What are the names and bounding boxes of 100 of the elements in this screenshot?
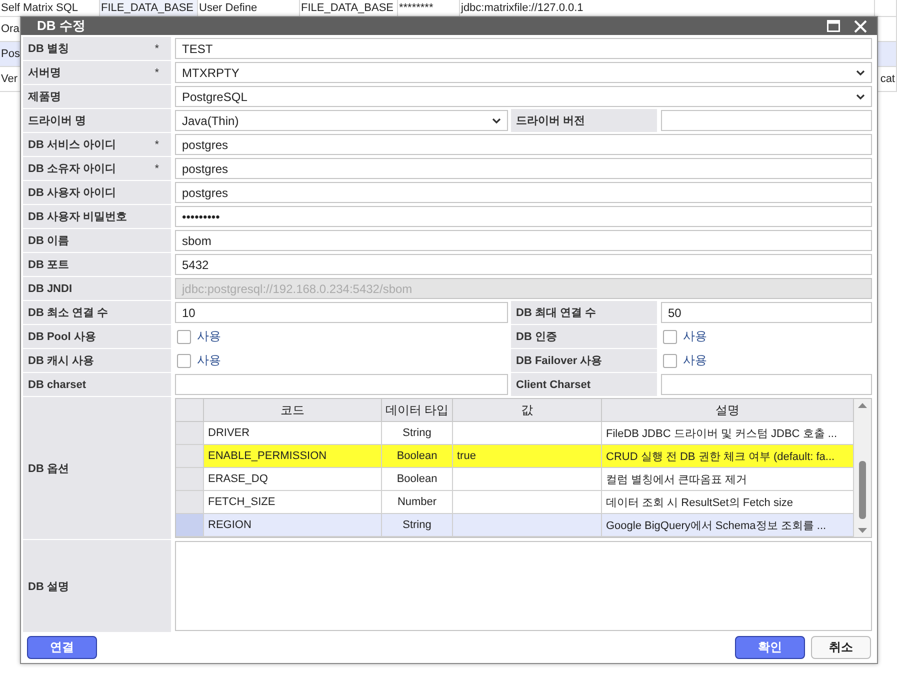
field-label: DB 캐시 사용: [28, 354, 94, 368]
input-field[interactable]: [661, 110, 872, 131]
window-title: DB 수정: [37, 17, 86, 35]
table-cell: REGION: [208, 519, 252, 531]
table-cell: Ora: [1, 23, 20, 35]
table-row[interactable]: Self Matrix SQL FILE_DATA_BASE User Define FILE_DATA_BASE ******** jdbc:matrixfile://127.0.0.1: [0, 0, 897, 17]
table-cell: Boolean: [396, 450, 438, 462]
required-marker: *: [154, 162, 159, 174]
field-label: DB 별칭: [28, 42, 69, 56]
close-icon[interactable]: [854, 20, 867, 32]
table-cell-text: 데이터 조회 시 ResultSet의 Fetch size: [606, 496, 794, 510]
table-cell: jdbc:matrixfile://127.0.0.1: [461, 2, 584, 14]
select-field[interactable]: Java(Thin): [175, 110, 508, 131]
table-cell-text: CRUD 실행 전 DB 권한 체크 여부 (default: fa...: [606, 450, 835, 464]
required-marker: *: [154, 138, 159, 150]
chevron-down-icon: [492, 118, 501, 124]
table-cell: ERASE_DQ: [208, 473, 268, 485]
input-field[interactable]: 10: [175, 302, 508, 323]
maximize-icon[interactable]: [827, 20, 840, 32]
scrollbar[interactable]: [854, 399, 871, 537]
grid-row[interactable]: FETCH_SIZE Number 데이터 조회 시 ResultSet의 Fetch size: [176, 491, 854, 514]
table-cell-text: FileDB JDBC 드라이버 및 커스텀 JDBC 호출 ...: [606, 426, 838, 440]
table-cell: Pos: [1, 48, 20, 60]
column-header[interactable]: 코드: [204, 399, 382, 422]
field-label: DB 사용자 아이디: [28, 186, 116, 200]
field-label: DB 포트: [28, 258, 69, 272]
input-field[interactable]: [661, 374, 872, 395]
table-cell: true: [457, 450, 476, 462]
checkbox-label: 사용: [197, 352, 221, 369]
field-label: DB 사용자 비밀번호: [28, 210, 127, 224]
field-label: DB 옵션: [28, 462, 69, 476]
table-cell: Number: [397, 496, 437, 508]
checkbox[interactable]: [663, 330, 677, 344]
checkbox[interactable]: [177, 354, 191, 368]
input-field[interactable]: •••••••••: [175, 206, 872, 227]
grid-row[interactable]: ENABLE_PERMISSION Boolean true CRUD 실행 전 DB 권한 체크 여부 (default: fa...: [176, 445, 854, 468]
confirm-button[interactable]: 확인: [735, 636, 805, 659]
chevron-down-icon: [856, 70, 865, 76]
select-field[interactable]: MTXRPTY: [175, 62, 872, 83]
table-cell: String: [402, 519, 432, 531]
checkbox-label: 사용: [197, 328, 221, 345]
table-cell: ENABLE_PERMISSION: [208, 450, 327, 462]
grid-row[interactable]: REGION String Google BigQuery에서 Schema정보 조회를 ...: [176, 514, 854, 537]
field-label: Client Charset: [516, 378, 591, 390]
input-field[interactable]: 5432: [175, 254, 872, 275]
column-header[interactable]: 데이터 타입: [382, 399, 453, 422]
row-header[interactable]: [176, 445, 204, 468]
checkbox-label: 사용: [683, 352, 707, 369]
field-label: DB 최소 연결 수: [28, 306, 108, 320]
field-label: DB 최대 연결 수: [516, 306, 596, 320]
required-marker: *: [154, 66, 159, 78]
table-cell-text: Google BigQuery에서 Schema정보 조회를 ...: [606, 518, 826, 532]
connect-button[interactable]: 연결: [27, 636, 97, 659]
row-header[interactable]: [176, 422, 204, 445]
table-cell: DRIVER: [208, 427, 250, 439]
field-label: DB 인증: [516, 330, 557, 344]
field-label: 드라이버 버전: [516, 114, 586, 128]
row-header[interactable]: [176, 491, 204, 514]
field-label: 드라이버 명: [28, 114, 86, 128]
column-header[interactable]: 값: [453, 399, 602, 422]
table-cell: Boolean: [396, 473, 438, 485]
field-label: DB Failover 사용: [516, 354, 602, 368]
input-field[interactable]: sbom: [175, 230, 872, 251]
checkbox-label: 사용: [683, 328, 707, 345]
table-cell: FILE_DATA_BASE: [101, 2, 194, 14]
table-cell: Ver: [1, 73, 18, 85]
input-field[interactable]: postgres: [175, 158, 872, 179]
field-label: DB 이름: [28, 234, 69, 248]
description-field[interactable]: [175, 541, 872, 631]
input-field[interactable]: postgres: [175, 134, 872, 155]
table-cell: cat: [880, 73, 895, 85]
input-field[interactable]: 50: [661, 302, 872, 323]
table-cell: ********: [399, 2, 434, 14]
row-header[interactable]: [176, 468, 204, 491]
table-cell-text: 컬럼 별칭에서 큰따옴표 제거: [606, 472, 748, 486]
input-field[interactable]: TEST: [175, 38, 872, 59]
field-label: 서버명: [28, 66, 61, 80]
chevron-down-icon: [856, 94, 865, 100]
cancel-button[interactable]: 취소: [811, 636, 871, 659]
table-cell: FETCH_SIZE: [208, 496, 276, 508]
field-label: DB JNDI: [28, 282, 72, 294]
grid-row[interactable]: DRIVER String FileDB JDBC 드라이버 및 커스텀 JDBC 호출 ...: [176, 422, 854, 445]
field-label: DB charset: [28, 378, 86, 390]
row-header[interactable]: [176, 514, 204, 537]
field-label: DB 설명: [28, 580, 69, 594]
grid-row[interactable]: ERASE_DQ Boolean 컬럼 별칭에서 큰따옴표 제거: [176, 468, 854, 491]
table-cell: String: [402, 427, 432, 439]
table-cell: FILE_DATA_BASE: [301, 2, 394, 14]
checkbox[interactable]: [663, 354, 677, 368]
input-field[interactable]: [175, 374, 508, 395]
column-header[interactable]: 설명: [602, 399, 854, 422]
select-field[interactable]: PostgreSQL: [175, 86, 872, 107]
field-label: DB Pool 사용: [28, 330, 96, 344]
field-label: DB 서비스 아이디: [28, 138, 116, 152]
input-field: jdbc:postgresql://192.168.0.234:5432/sbom: [175, 278, 872, 299]
checkbox[interactable]: [177, 330, 191, 344]
field-label: 제품명: [28, 90, 61, 104]
table-cell: Self Matrix SQL: [1, 2, 78, 14]
input-field[interactable]: postgres: [175, 182, 872, 203]
required-marker: *: [154, 42, 159, 54]
